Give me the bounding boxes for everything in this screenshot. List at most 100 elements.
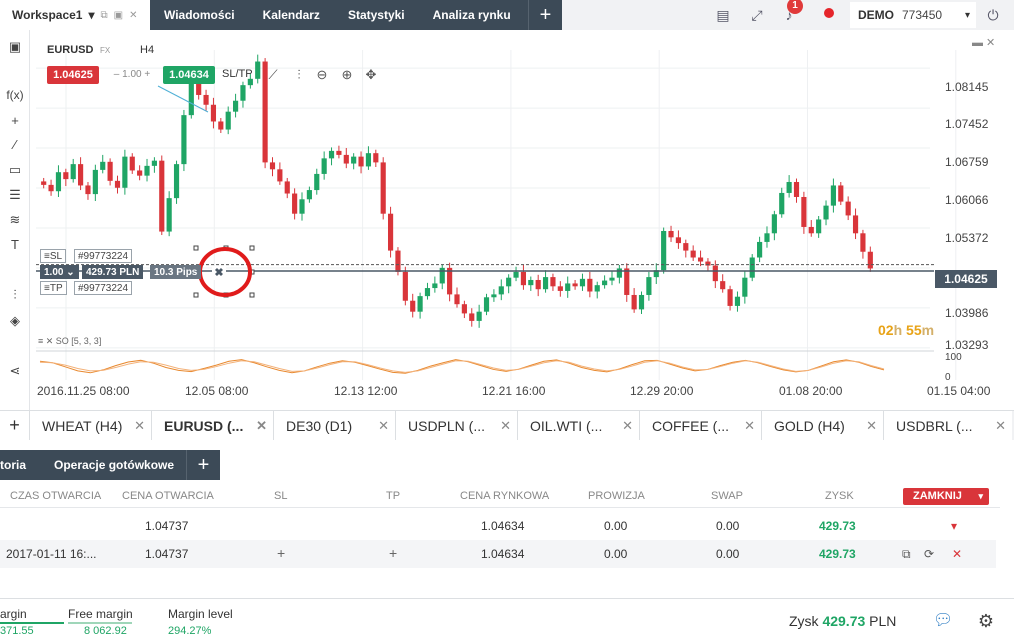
profit: 429.73	[819, 519, 856, 533]
tab-wheat[interactable]: WHEAT (H4) ✕	[30, 411, 152, 440]
sltp-button[interactable]: SL/TP	[222, 68, 253, 80]
add-panel-tab-button[interactable]: +	[186, 450, 220, 480]
close-tab-icon[interactable]: ✕	[378, 418, 389, 434]
close-all-button[interactable]: ZAMKNIJ ▾	[903, 488, 989, 505]
menu-item-statistics[interactable]: Statystyki	[334, 8, 419, 22]
close-tab-icon[interactable]: ✕	[622, 418, 633, 434]
refresh-icon[interactable]: ⟳	[924, 547, 934, 561]
copy-icon[interactable]: ⧉	[902, 547, 911, 562]
function-icon[interactable]: f(x)	[5, 86, 25, 104]
tab-coffee[interactable]: COFFEE (... ✕	[640, 411, 762, 440]
power-icon[interactable]: ⏻	[984, 6, 1002, 24]
close-position-icon[interactable]: ✕	[952, 547, 962, 561]
close-tab-icon[interactable]: ✕	[500, 418, 511, 434]
layers-icon[interactable]: ◈	[5, 312, 25, 330]
expand-icon[interactable]: ▾	[951, 519, 957, 533]
tab-de30[interactable]: DE30 (D1) ✕	[274, 411, 396, 440]
tab-eurusd[interactable]: EURUSD (... ✕	[152, 411, 274, 440]
close-icon[interactable]: ✕	[129, 10, 137, 21]
total-profit-value: 429.73	[822, 613, 866, 629]
fullscreen-icon[interactable]: ⤢	[748, 6, 766, 24]
zoom-in-icon[interactable]: ⊕	[338, 66, 356, 84]
column-header[interactable]: SWAP	[711, 490, 743, 502]
column-header[interactable]: SL	[274, 490, 287, 502]
add-menu-button[interactable]: +	[528, 0, 562, 30]
fibonacci-tool-icon[interactable]: ☰	[5, 186, 25, 204]
share-icon[interactable]: ⋖	[5, 362, 25, 380]
close-tab-icon[interactable]: ✕	[256, 418, 267, 434]
candle	[513, 271, 519, 278]
account-selector[interactable]: DEMO 773450 ▾	[850, 2, 976, 28]
menu-item-news[interactable]: Wiadomości	[150, 8, 249, 22]
timeframe-selector[interactable]: H4	[140, 44, 154, 56]
candle	[358, 156, 364, 167]
tab-usdpln[interactable]: USDPLN (... ✕	[396, 411, 518, 440]
menu-item-market-analysis[interactable]: Analiza rynku	[419, 8, 525, 22]
candle	[336, 150, 342, 155]
channel-tool-icon[interactable]: ≋	[5, 211, 25, 229]
crosshair-icon[interactable]: +	[5, 112, 25, 130]
workspace-selector[interactable]: Workspace1 ▾ ⧉ ▣ ✕	[0, 0, 150, 30]
candle	[720, 281, 726, 290]
rectangle-tool-icon[interactable]: ▭	[5, 161, 25, 179]
tab-oil-wti[interactable]: OIL.WTI (... ✕	[518, 411, 640, 440]
indicators-icon[interactable]: ⫶	[5, 286, 25, 304]
minimize-icon[interactable]: ▣	[114, 10, 123, 21]
tab-history[interactable]: toria	[0, 458, 54, 472]
chat-icon[interactable]: 💬︎	[933, 611, 953, 631]
zoom-out-icon[interactable]: ⊖	[313, 66, 331, 84]
open-time: 2017-01-11 16:...	[6, 547, 97, 561]
sell-button[interactable]: 1.04625	[47, 66, 99, 84]
gear-icon[interactable]: ⚙	[976, 611, 996, 631]
column-header[interactable]: PROWIZJA	[588, 490, 645, 502]
order-profit: 429.73 PLN	[82, 265, 144, 279]
line-chart-icon[interactable]: ⟋	[264, 66, 282, 84]
sl-label[interactable]: ≡SL	[40, 249, 67, 263]
x-tick-label: 12.05 08:00	[185, 384, 249, 398]
table-row[interactable]: 2017-01-11 16:... 1.04737 + + 1.04634 0.…	[0, 540, 996, 568]
tab-usdbrl[interactable]: USDBRL (... ✕	[884, 411, 1012, 440]
detach-icon[interactable]: ⧉	[101, 10, 108, 21]
layout-icon[interactable]: ▤	[714, 6, 732, 24]
tab-cash-operations[interactable]: Operacje gotówkowe	[54, 458, 186, 472]
close-tab-icon[interactable]: ✕	[995, 418, 1006, 434]
line-tool-icon[interactable]: ⁄	[5, 136, 25, 154]
add-instrument-tab-button[interactable]: +	[0, 411, 30, 440]
price-chart[interactable]	[30, 30, 1014, 408]
pan-icon[interactable]: ✥	[362, 66, 380, 84]
chart-type-icon[interactable]: ▣	[5, 38, 25, 56]
tp-label[interactable]: ≡TP	[40, 281, 67, 295]
column-header[interactable]: CENA RYNKOWA	[460, 490, 549, 502]
oscillator-label[interactable]: ≡ ✕ SO [5, 3, 3]	[38, 336, 101, 347]
close-tab-icon[interactable]: ✕	[134, 418, 145, 434]
order-volume[interactable]: 1.00 ⌄	[40, 265, 79, 279]
sl-order-id[interactable]: #99773224	[74, 249, 133, 263]
column-header[interactable]: CZAS OTWARCIA	[10, 490, 101, 502]
candle	[395, 250, 401, 272]
column-header[interactable]: ZYSK	[825, 490, 854, 502]
close-order-button[interactable]: ✖	[212, 266, 226, 280]
candles-icon[interactable]: ⫶	[290, 66, 308, 84]
column-header[interactable]: TP	[386, 490, 400, 502]
column-header[interactable]: CENA OTWARCIA	[122, 490, 214, 502]
positions-summary-row[interactable]: 1.04737 1.04634 0.00 0.00 429.73 ▾	[0, 512, 996, 540]
candle	[432, 283, 438, 289]
add-tp-button[interactable]: +	[389, 545, 397, 561]
tab-gold[interactable]: GOLD (H4) ✕	[762, 411, 884, 440]
add-sl-button[interactable]: +	[277, 545, 285, 561]
candle	[100, 161, 106, 170]
chart-symbol[interactable]: EURUSD	[47, 44, 93, 56]
close-tab-icon[interactable]: ✕	[866, 418, 877, 434]
candle	[188, 81, 194, 116]
candle	[779, 192, 785, 215]
tp-order-id[interactable]: #99773224	[74, 281, 133, 295]
chart-area[interactable]: EURUSD FX H4 1.04625 – 1.00 + 1.04634 SL…	[30, 30, 1014, 408]
total-profit-label: Zysk	[789, 613, 819, 629]
chart-window-controls-icon[interactable]: ▬ ✕	[972, 36, 995, 49]
quantity-stepper[interactable]: – 1.00 +	[102, 66, 162, 84]
close-tab-icon[interactable]: ✕	[744, 418, 755, 434]
text-tool-icon[interactable]: T	[5, 236, 25, 254]
buy-button[interactable]: 1.04634	[163, 66, 215, 84]
record-icon[interactable]	[824, 8, 834, 18]
menu-item-calendar[interactable]: Kalendarz	[249, 8, 334, 22]
